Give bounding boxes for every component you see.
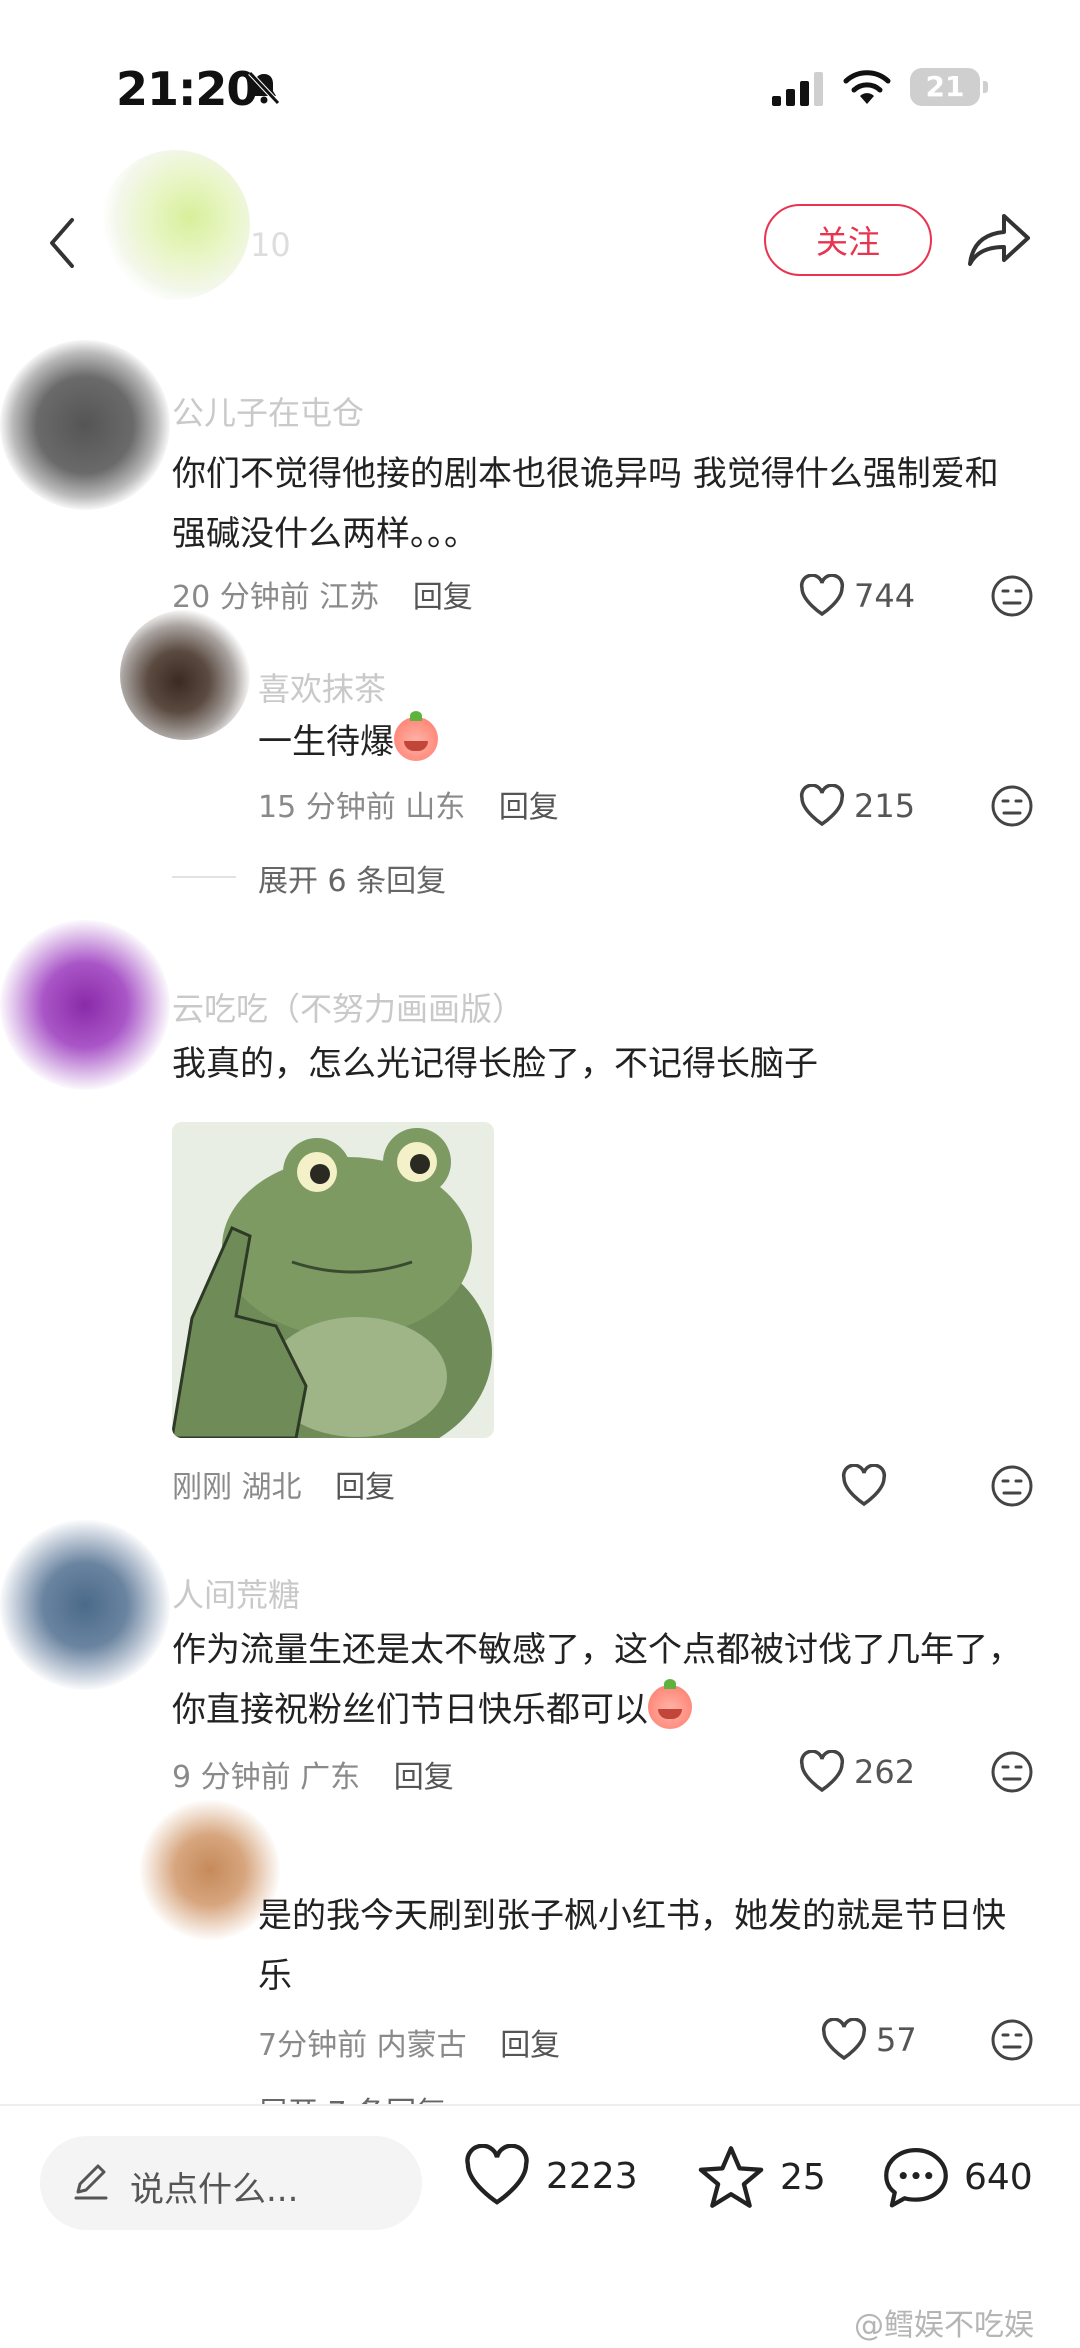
comment-text[interactable]: 你们不觉得他接的剧本也很诡异吗 我觉得什么强制爱和强碱没什么两样。。。 <box>172 444 1012 564</box>
status-time: 21:20 <box>116 62 258 116</box>
comment-meta: 刚刚 湖北 回复 <box>172 1462 395 1506</box>
comment-location: 江苏 <box>319 580 380 615</box>
battery-level: 21 <box>925 70 965 103</box>
dislike-face-icon[interactable] <box>990 1464 1034 1508</box>
heart-icon <box>799 1750 845 1793</box>
dislike-face-icon[interactable] <box>990 2018 1034 2062</box>
reply-text[interactable]: 是的我今天刷到张子枫小红书，她发的就是节日快乐 <box>258 1886 1018 2006</box>
expand-replies-button[interactable]: 展开 6 条回复 <box>258 856 446 900</box>
reply-button[interactable]: 回复 <box>394 1760 454 1795</box>
post-like-button[interactable]: 2223 <box>462 2144 638 2208</box>
reply-button[interactable]: 回复 <box>413 580 473 615</box>
frog-sticker-image[interactable] <box>172 1122 494 1438</box>
share-icon[interactable] <box>966 210 1032 268</box>
avatar[interactable] <box>0 920 170 1090</box>
heart-icon <box>841 1464 887 1507</box>
comment-meta: 20 分钟前 江苏 回复 <box>172 572 473 616</box>
watermark: @鳕娱不吃娱 <box>854 2308 1034 2343</box>
avatar[interactable] <box>0 340 170 510</box>
comment-text[interactable]: 作为流量生还是太不敏感了，这个点都被讨伐了几年了，你直接祝粉丝们节日快乐都可以 <box>172 1620 1042 1740</box>
comment-text-content: 作为流量生还是太不敏感了，这个点都被讨伐了几年了，你直接祝粉丝们节日快乐都可以 <box>172 1630 1022 1730</box>
post-comment-button[interactable]: 640 <box>882 2144 1033 2210</box>
comment-bubble-icon <box>884 2147 948 2208</box>
comment-meta: 9 分钟前 广东 回复 <box>172 1752 454 1796</box>
dislike-face-icon[interactable] <box>990 1750 1034 1794</box>
comment-username[interactable]: 人间荒糖 <box>172 1570 300 1616</box>
bell-muted-icon <box>248 71 280 105</box>
comment-time: 刚刚 <box>172 1470 232 1505</box>
heart-icon <box>821 2018 867 2061</box>
like-count: 262 <box>854 1753 916 1791</box>
like-button[interactable]: 262 <box>798 1748 915 1796</box>
like-button[interactable]: 57 <box>820 2016 917 2064</box>
comment-time: 9 分钟前 <box>172 1760 291 1795</box>
like-count: 215 <box>854 787 916 825</box>
star-icon <box>698 2146 764 2208</box>
heart-icon <box>799 574 845 617</box>
reply-meta: 15 分钟前 山东 回复 <box>258 782 559 826</box>
comment-username[interactable]: 公儿子在屯仓 <box>172 388 364 434</box>
reply-button[interactable]: 回复 <box>500 2028 560 2063</box>
crying-peach-emoji-icon <box>394 711 438 761</box>
reply-time: 7分钟前 <box>258 2028 368 2063</box>
avatar[interactable] <box>120 610 250 740</box>
bottom-bar-divider <box>0 2104 1080 2106</box>
battery-indicator: 21 <box>910 68 988 106</box>
dislike-face-icon[interactable] <box>990 574 1034 618</box>
reply-button[interactable]: 回复 <box>499 790 559 825</box>
author-avatar[interactable] <box>100 150 250 300</box>
comment-text[interactable]: 我真的，怎么光记得长脸了，不记得长脑子 <box>172 1034 1012 1094</box>
follow-button[interactable]: 关注 <box>764 204 932 276</box>
post-star-button[interactable]: 25 <box>696 2144 826 2210</box>
like-button[interactable] <box>840 1462 896 1510</box>
crying-peach-emoji-icon <box>648 1679 692 1729</box>
reply-username[interactable]: 喜欢抹茶 <box>258 664 386 710</box>
cellular-signal-icon <box>772 72 823 106</box>
post-comment-count: 640 <box>964 2156 1033 2198</box>
reply-location: 山东 <box>405 790 466 825</box>
reply-meta: 7分钟前 内蒙古 回复 <box>258 2020 560 2064</box>
back-arrow-icon[interactable] <box>46 216 76 270</box>
heart-icon <box>799 784 845 827</box>
like-count: 57 <box>876 2021 917 2059</box>
dislike-face-icon[interactable] <box>990 784 1034 828</box>
like-button[interactable]: 744 <box>798 572 915 620</box>
comment-username[interactable]: 云吃吃（不努力画画版） <box>172 984 524 1030</box>
reply-time: 15 分钟前 <box>258 790 396 825</box>
wifi-icon <box>843 70 891 104</box>
author-name[interactable]: 10 <box>250 226 291 264</box>
reply-button[interactable]: 回复 <box>335 1470 395 1505</box>
avatar[interactable] <box>0 1520 170 1690</box>
like-count: 744 <box>854 577 916 615</box>
reply-text-content: 一生待爆 <box>258 722 394 762</box>
heart-icon <box>465 2144 529 2205</box>
post-like-count: 2223 <box>546 2155 638 2197</box>
comment-input-placeholder[interactable]: 说点什么... <box>130 2162 298 2211</box>
like-button[interactable]: 215 <box>798 782 915 830</box>
comment-location: 广东 <box>300 1760 361 1795</box>
pencil-icon <box>74 2164 108 2200</box>
reply-location: 内蒙古 <box>376 2028 467 2063</box>
comment-location: 湖北 <box>241 1470 302 1505</box>
post-star-count: 25 <box>780 2156 826 2198</box>
reply-text[interactable]: 一生待爆 <box>258 711 958 772</box>
expand-divider <box>172 876 236 878</box>
